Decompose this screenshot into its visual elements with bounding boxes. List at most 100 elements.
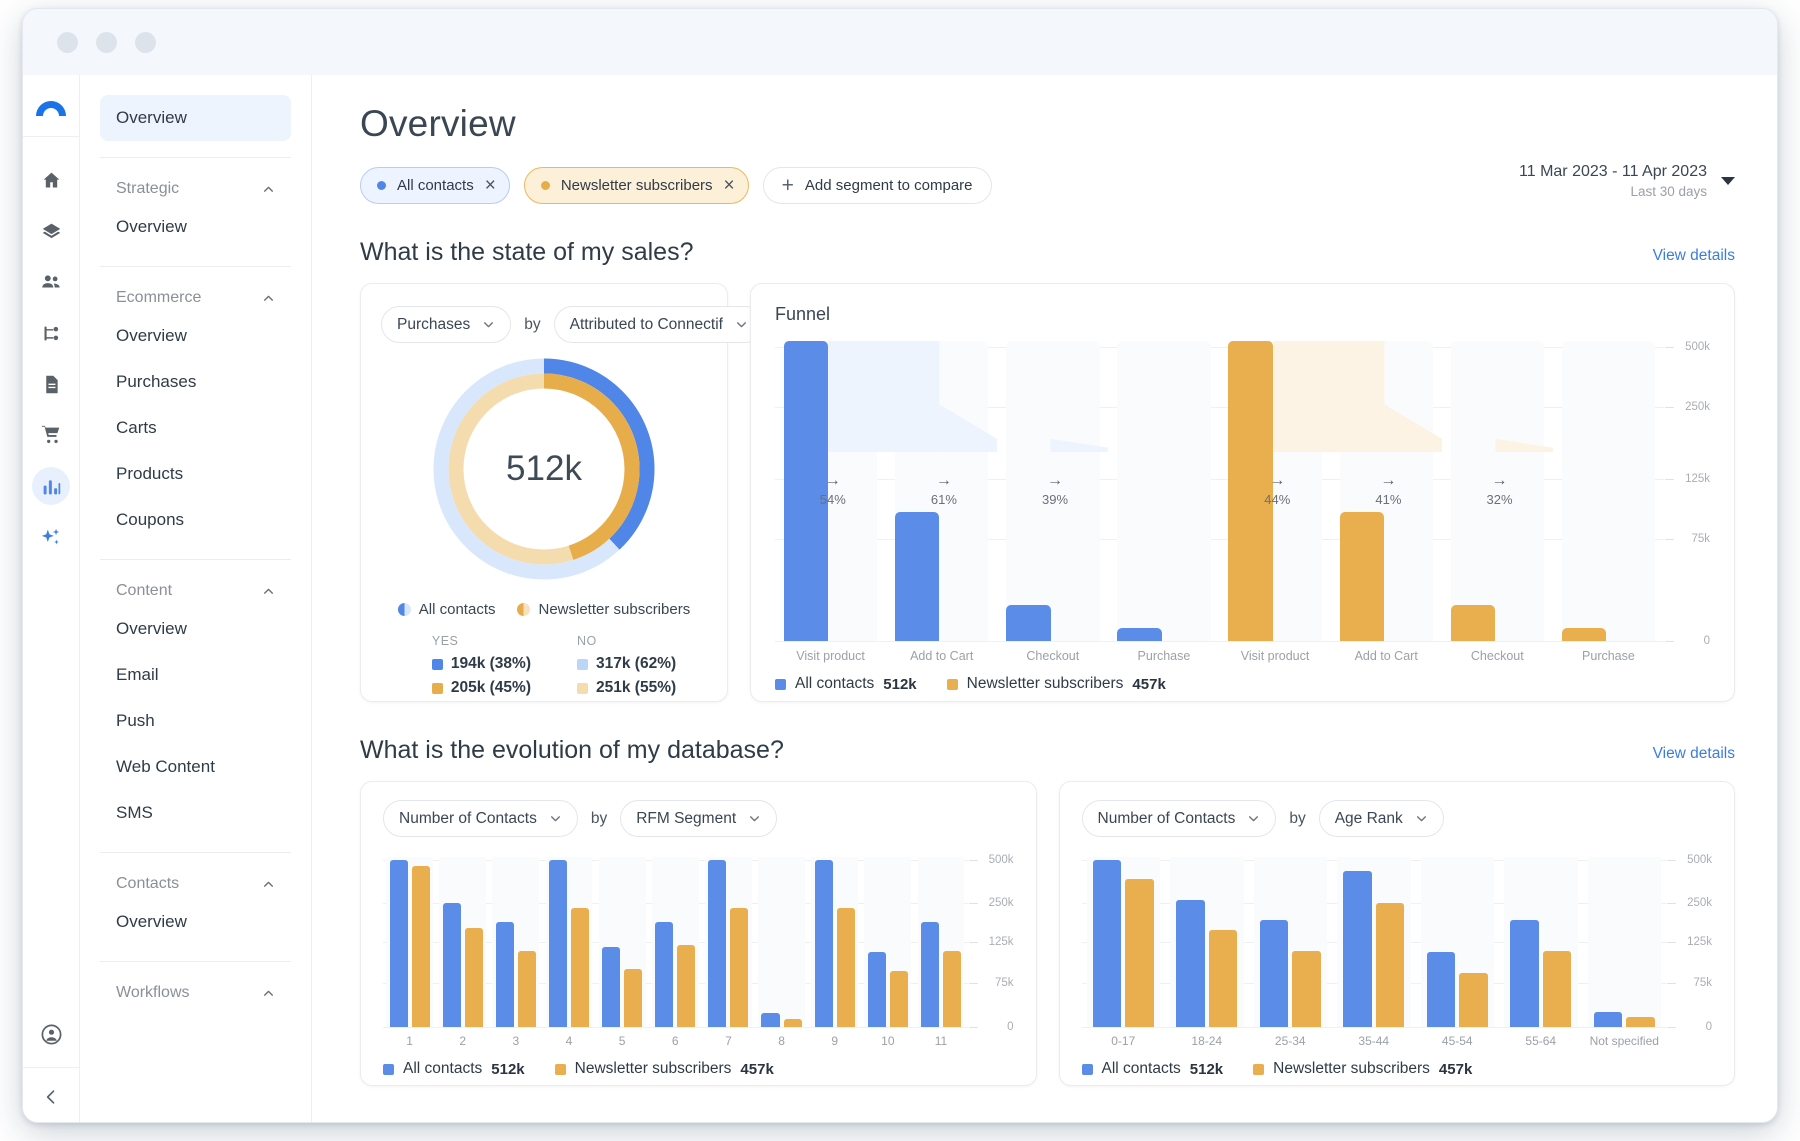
layers-icon[interactable]	[32, 212, 70, 250]
bar-newsletter[interactable]	[1209, 930, 1237, 1027]
bar-newsletter[interactable]	[890, 971, 908, 1027]
sidebar-group-workflows[interactable]: Workflows	[100, 978, 291, 1008]
bar-newsletter[interactable]	[943, 951, 961, 1028]
bar-newsletter[interactable]	[1626, 1017, 1654, 1027]
bar-all-contacts[interactable]	[549, 860, 567, 1027]
bar-group[interactable]	[1416, 857, 1500, 1027]
bar-group[interactable]	[1332, 857, 1416, 1027]
bar-all-contacts[interactable]	[708, 860, 726, 1027]
metric-select-purchases[interactable]: Purchases	[381, 306, 511, 343]
sidebar-group-ecommerce[interactable]: Ecommerce	[100, 283, 291, 313]
sidebar-item-products[interactable]: Products	[100, 451, 291, 497]
funnel-step[interactable]: → 44%	[1220, 341, 1331, 641]
bar-newsletter[interactable]	[1292, 951, 1320, 1028]
bar-newsletter[interactable]	[412, 866, 430, 1028]
bar-all-contacts[interactable]	[921, 922, 939, 1027]
segment-chip-newsletter-subscribers[interactable]: Newsletter subscribers ×	[524, 167, 749, 204]
bar-newsletter[interactable]	[837, 908, 855, 1027]
funnel-bar[interactable]	[895, 512, 939, 641]
bar-newsletter[interactable]	[465, 928, 483, 1027]
sidebar-group-contacts[interactable]: Contacts	[100, 869, 291, 899]
metric-select-contacts-rfm[interactable]: Number of Contacts	[383, 800, 578, 837]
funnel-step[interactable]: → 61%	[886, 341, 997, 641]
bar-group[interactable]	[1082, 857, 1166, 1027]
workflow-icon[interactable]	[32, 314, 70, 352]
window-maximize-dot[interactable]	[135, 32, 156, 53]
bar-all-contacts[interactable]	[443, 903, 461, 1027]
legend-item-newsletter-subscribers[interactable]: Newsletter subscribers	[517, 601, 690, 618]
bar-all-contacts[interactable]	[1594, 1012, 1622, 1027]
bar-all-contacts[interactable]	[1260, 920, 1288, 1027]
bar-newsletter[interactable]	[784, 1019, 802, 1028]
legend-item-newsletter-subscribers[interactable]: Newsletter subscribers 457k	[947, 675, 1166, 693]
account-icon[interactable]	[32, 1015, 70, 1053]
segment-chip-all-contacts[interactable]: All contacts ×	[360, 167, 510, 204]
legend-item-newsletter-subscribers[interactable]: Newsletter subscribers 457k	[555, 1060, 774, 1078]
legend-item-all-contacts[interactable]: All contacts 512k	[775, 675, 917, 693]
bar-newsletter[interactable]	[1459, 973, 1487, 1027]
bar-all-contacts[interactable]	[602, 947, 620, 1027]
bar-all-contacts[interactable]	[496, 922, 514, 1027]
bar-all-contacts[interactable]	[1510, 920, 1538, 1027]
legend-item-all-contacts[interactable]: All contacts 512k	[1082, 1060, 1224, 1078]
bar-newsletter[interactable]	[518, 951, 536, 1028]
home-icon[interactable]	[32, 161, 70, 199]
add-segment-button[interactable]: + Add segment to compare	[763, 167, 992, 204]
bar-all-contacts[interactable]	[1176, 900, 1204, 1028]
funnel-bar[interactable]	[1451, 605, 1495, 641]
bar-group[interactable]	[1249, 857, 1333, 1027]
sidebar-item-carts[interactable]: Carts	[100, 405, 291, 451]
bar-all-contacts[interactable]	[1093, 860, 1121, 1027]
view-details-link-database[interactable]: View details	[1653, 745, 1735, 763]
bar-all-contacts[interactable]	[390, 860, 408, 1027]
bar-all-contacts[interactable]	[761, 1013, 779, 1027]
funnel-bar[interactable]	[1562, 628, 1606, 642]
sidebar-item-email[interactable]: Email	[100, 652, 291, 698]
sidebar-item-sms[interactable]: SMS	[100, 790, 291, 836]
legend-item-all-contacts[interactable]: All contacts 512k	[383, 1060, 525, 1078]
bar-group[interactable]	[702, 857, 755, 1027]
close-icon[interactable]: ×	[485, 176, 496, 195]
chevron-down-icon[interactable]	[1721, 177, 1735, 185]
document-icon[interactable]	[32, 365, 70, 403]
bar-group[interactable]	[383, 857, 436, 1027]
bar-group[interactable]	[1165, 857, 1249, 1027]
cart-icon[interactable]	[32, 416, 70, 454]
sidebar-item-push[interactable]: Push	[100, 698, 291, 744]
contacts-icon[interactable]	[32, 263, 70, 301]
bar-group[interactable]	[1499, 857, 1583, 1027]
funnel-step[interactable]	[1108, 341, 1219, 641]
sidebar-item-content-overview[interactable]: Overview	[100, 606, 291, 652]
sidebar-item-ecommerce-overview[interactable]: Overview	[100, 313, 291, 359]
bar-group[interactable]	[755, 857, 808, 1027]
sidebar-item-overview-top[interactable]: Overview	[100, 95, 291, 141]
sidebar-item-strategic-overview[interactable]: Overview	[100, 204, 291, 250]
sidebar-item-contacts-overview[interactable]: Overview	[100, 899, 291, 945]
chart-icon[interactable]	[32, 467, 70, 505]
bar-group[interactable]	[596, 857, 649, 1027]
bar-group[interactable]	[861, 857, 914, 1027]
date-range-picker[interactable]: 11 Mar 2023 - 11 Apr 2023 Last 30 days	[1519, 163, 1735, 199]
close-icon[interactable]: ×	[724, 176, 735, 195]
bar-newsletter[interactable]	[730, 908, 748, 1027]
bar-newsletter[interactable]	[1543, 951, 1571, 1028]
legend-item-newsletter-subscribers[interactable]: Newsletter subscribers 457k	[1253, 1060, 1472, 1078]
dimension-select-age-rank[interactable]: Age Rank	[1319, 800, 1444, 837]
bar-all-contacts[interactable]	[1343, 871, 1371, 1027]
window-close-dot[interactable]	[57, 32, 78, 53]
metric-select-contacts-age[interactable]: Number of Contacts	[1082, 800, 1277, 837]
bar-all-contacts[interactable]	[1427, 952, 1455, 1027]
funnel-step[interactable]: → 41%	[1331, 341, 1442, 641]
dimension-select-attributed[interactable]: Attributed to Connectif	[554, 306, 764, 343]
sidebar-item-purchases[interactable]: Purchases	[100, 359, 291, 405]
window-minimize-dot[interactable]	[96, 32, 117, 53]
bar-newsletter[interactable]	[571, 908, 589, 1027]
bar-group[interactable]	[1583, 857, 1667, 1027]
dimension-select-rfm[interactable]: RFM Segment	[620, 800, 777, 837]
bar-group[interactable]	[649, 857, 702, 1027]
legend-item-all-contacts[interactable]: All contacts	[398, 601, 496, 618]
funnel-step[interactable]: → 54%	[775, 341, 886, 641]
bar-group[interactable]	[914, 857, 967, 1027]
sidebar-item-web-content[interactable]: Web Content	[100, 744, 291, 790]
app-logo[interactable]	[23, 75, 79, 137]
